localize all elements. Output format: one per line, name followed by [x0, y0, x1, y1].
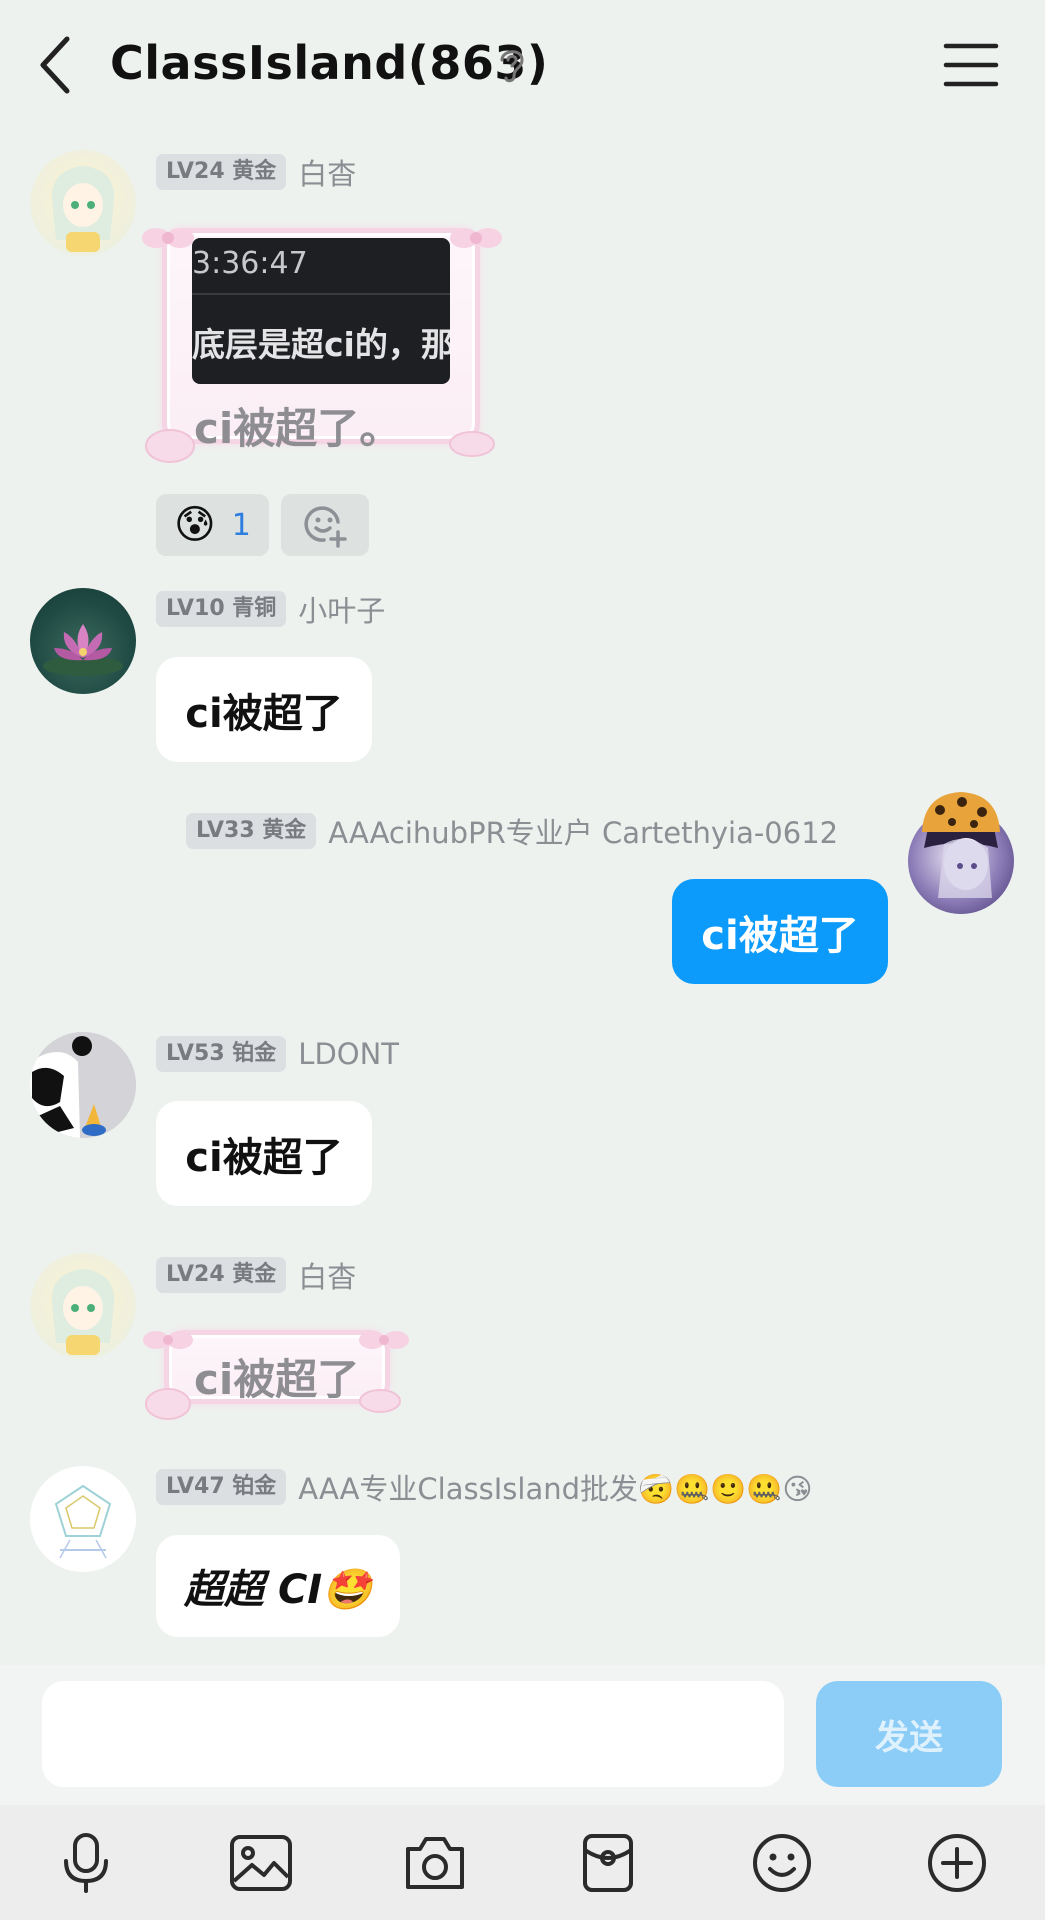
- red-packet-icon: [583, 1834, 633, 1892]
- leopard-hat-decoration-icon: [922, 792, 1000, 832]
- anxious-face-icon: 😰: [174, 502, 216, 548]
- send-button[interactable]: 发送: [816, 1681, 1002, 1787]
- message-meta: LV53 铂金 LDONT: [156, 1034, 399, 1074]
- red-packet-button[interactable]: [568, 1823, 648, 1903]
- fish-decoration-icon: [359, 1389, 401, 1413]
- emoji-icon: [753, 1834, 811, 1892]
- camera-button[interactable]: [395, 1823, 475, 1903]
- avatar[interactable]: [30, 1032, 136, 1138]
- fish-decoration-icon: [449, 431, 495, 457]
- message-text: ci被超了: [701, 912, 859, 959]
- emoji-button[interactable]: [742, 1823, 822, 1903]
- reactions-row: 😰 1: [156, 494, 369, 556]
- message-meta: LV24 黄金 白杳: [156, 152, 356, 192]
- my-message-bubble[interactable]: ci被超了: [672, 879, 888, 984]
- more-button[interactable]: [917, 1823, 997, 1903]
- message-text: ci被超了: [185, 690, 343, 737]
- sender-name[interactable]: LDONT: [298, 1037, 399, 1071]
- bow-decoration-icon: [359, 1331, 409, 1349]
- bottom-toolbar: [0, 1805, 1045, 1920]
- message-text: 超超 CI🤩: [184, 1567, 372, 1613]
- panda-avatar-image: [30, 1032, 136, 1138]
- level-badge: LV47 铂金: [156, 1469, 287, 1505]
- bow-decoration-icon: [450, 228, 502, 248]
- sender-name[interactable]: AAA专业ClassIsland批发🤕🤐🙂🤐😘: [298, 1466, 812, 1508]
- anime-girl-avatar-image: [51, 1269, 115, 1355]
- level-badge: LV10 青铜: [156, 591, 287, 627]
- voice-button[interactable]: [46, 1823, 126, 1903]
- page-title: ClassIsland(863): [110, 36, 549, 90]
- cat-decoration-icon: [145, 1388, 191, 1420]
- add-emoji-icon: [304, 506, 347, 548]
- chat-screen: ClassIsland(863) LV24 黄金 白杳 3:36:47 底层是超…: [0, 0, 1045, 1920]
- sender-name[interactable]: AAAcihubPR专业户 Cartethyia-0612: [328, 810, 838, 852]
- message-text: ci被超了。: [194, 404, 402, 453]
- avatar[interactable]: [30, 588, 136, 694]
- add-reaction-button[interactable]: [280, 494, 369, 556]
- anime-girl-avatar-image: [51, 166, 115, 252]
- chevron-left-icon: [40, 36, 70, 94]
- plus-icon: [928, 1834, 986, 1892]
- message-bubble[interactable]: ci被超了: [156, 657, 372, 762]
- divider: [192, 293, 450, 295]
- menu-icon[interactable]: [940, 38, 1002, 92]
- message-bubble[interactable]: ci被超了: [156, 1101, 372, 1206]
- level-badge: LV24 黄金: [156, 154, 287, 190]
- image-icon: [230, 1835, 292, 1891]
- cat-decoration-icon: [145, 429, 195, 463]
- ear-icon[interactable]: [494, 44, 530, 84]
- composer: 发送: [0, 1665, 1045, 1805]
- level-badge: LV33 黄金: [186, 813, 317, 849]
- sketch-avatar-image: [54, 1484, 112, 1559]
- message-bubble[interactable]: 超超 CI🤩: [156, 1535, 400, 1637]
- level-badge: LV53 铂金: [156, 1036, 287, 1072]
- reaction-chip[interactable]: 😰 1: [156, 494, 269, 556]
- message-meta: LV33 黄金 AAAcihubPR专业户 Cartethyia-0612: [186, 811, 838, 851]
- message-text: ci被超了: [185, 1134, 343, 1181]
- quote-time: 3:36:47: [192, 246, 308, 281]
- reaction-count: 1: [231, 507, 251, 543]
- lotus-avatar-image: [43, 624, 123, 676]
- level-badge: LV24 黄金: [156, 1257, 287, 1293]
- quote-body: 底层是超ci的，那: [192, 325, 450, 364]
- avatar[interactable]: [30, 1253, 136, 1359]
- message-input[interactable]: [42, 1681, 784, 1787]
- avatar[interactable]: [30, 1466, 136, 1572]
- bow-decoration-icon: [142, 228, 194, 248]
- message-meta: LV24 黄金 白杳: [156, 1255, 356, 1295]
- camera-icon: [406, 1837, 464, 1889]
- chat-header: ClassIsland(863): [0, 0, 1045, 130]
- back-button[interactable]: [28, 30, 82, 100]
- gallery-button[interactable]: [221, 1823, 301, 1903]
- microphone-icon: [64, 1833, 108, 1893]
- message-text: ci被超了: [194, 1355, 360, 1404]
- quoted-screenshot[interactable]: 3:36:47 底层是超ci的，那: [192, 238, 450, 384]
- message-meta: LV47 铂金 AAA专业ClassIsland批发🤕🤐🙂🤐😘: [156, 1467, 813, 1507]
- sender-name[interactable]: 小叶子: [298, 588, 385, 630]
- avatar[interactable]: [30, 150, 136, 256]
- bow-decoration-icon: [143, 1331, 193, 1349]
- sender-name[interactable]: 白杳: [298, 1254, 356, 1296]
- message-meta: LV10 青铜 小叶子: [156, 589, 385, 629]
- sender-name[interactable]: 白杳: [298, 151, 356, 193]
